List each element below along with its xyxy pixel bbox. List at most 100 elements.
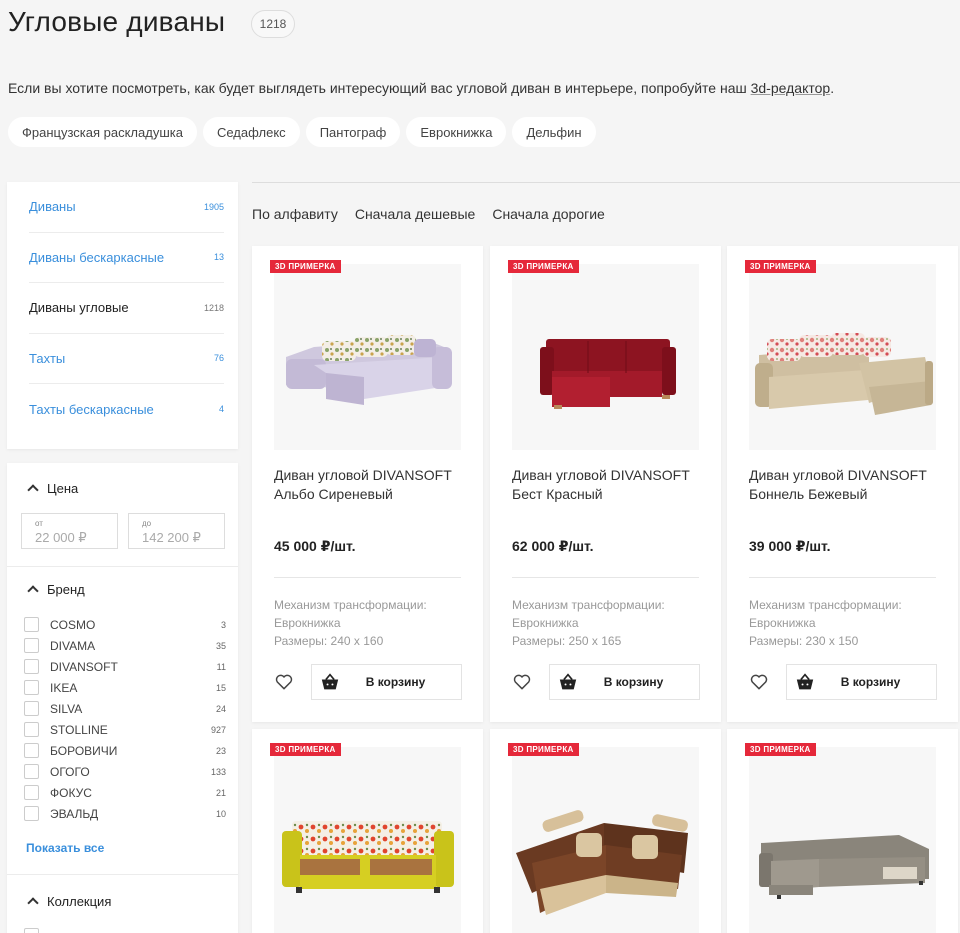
product-image[interactable] bbox=[749, 264, 936, 450]
3d-fitting-badge: 3D ПРИМЕРКА bbox=[270, 743, 341, 756]
intro-period: . bbox=[830, 80, 835, 96]
product-image[interactable] bbox=[512, 747, 699, 933]
chevron-up-icon bbox=[27, 484, 39, 496]
product-title[interactable]: Диван угловой DIVANSOFT Альбо Сиреневый bbox=[274, 466, 464, 504]
product-title[interactable]: Диван угловой DIVANSOFT Боннель Бежевый bbox=[749, 466, 939, 504]
spec-mechanism: Еврокнижка bbox=[749, 616, 816, 630]
basket-icon bbox=[559, 673, 577, 690]
price-to-field[interactable]: до 142 200 ₽ bbox=[128, 513, 225, 549]
product-title[interactable]: Диван угловой DIVANSOFT Бест Красный bbox=[512, 466, 702, 504]
product-image[interactable] bbox=[274, 747, 461, 933]
brand-option-stolline[interactable]: STOLLINE 927 bbox=[24, 719, 226, 740]
checkbox[interactable] bbox=[24, 701, 39, 716]
checkbox[interactable] bbox=[24, 806, 39, 821]
brand-count: 24 bbox=[215, 703, 226, 714]
add-to-cart-button[interactable]: В корзину bbox=[549, 664, 700, 700]
heart-icon[interactable] bbox=[274, 672, 294, 692]
divider bbox=[749, 577, 936, 578]
price-to-placeholder: 142 200 ₽ bbox=[142, 530, 201, 545]
checkbox[interactable] bbox=[24, 638, 39, 653]
brand-option-borovichi[interactable]: БОРОВИЧИ 23 bbox=[24, 740, 226, 761]
product-card[interactable]: 3D ПРИМЕРКА bbox=[252, 729, 483, 933]
checkbox[interactable] bbox=[24, 680, 39, 695]
brand-name: ЭВАЛЬД bbox=[50, 806, 99, 821]
collection-filter-title: Коллекция bbox=[47, 894, 112, 909]
brand-option-ikea[interactable]: IKEA 15 bbox=[24, 677, 226, 698]
checkbox[interactable] bbox=[24, 764, 39, 779]
chip-dolphin[interactable]: Дельфин bbox=[512, 117, 596, 147]
checkbox[interactable] bbox=[24, 928, 39, 933]
checkbox[interactable] bbox=[24, 743, 39, 758]
category-item-frameless-ottomans[interactable]: Тахты бескаркасные 4 bbox=[29, 384, 224, 435]
sort-alphabetical[interactable]: По алфавиту bbox=[252, 206, 338, 222]
mechanism-chips: Французская раскладушка Седафлекс Пантог… bbox=[8, 117, 596, 147]
product-image[interactable] bbox=[512, 264, 699, 450]
brand-option-ogogo[interactable]: ОГОГО 133 bbox=[24, 761, 226, 782]
product-card[interactable]: 3D ПРИМЕРКА Диван угловой DIVANSOFT Бест… bbox=[490, 246, 721, 722]
add-to-cart-label: В корзину bbox=[603, 675, 664, 689]
checkbox[interactable] bbox=[24, 785, 39, 800]
brand-filter-title: Бренд bbox=[47, 582, 85, 597]
sofa-image bbox=[282, 821, 454, 893]
price-filter-toggle[interactable]: Цена bbox=[7, 481, 78, 496]
collection-filter-toggle[interactable]: Коллекция bbox=[7, 894, 111, 909]
brand-option-divama[interactable]: DIVAMA 35 bbox=[24, 635, 226, 656]
category-item-ottomans[interactable]: Тахты 76 bbox=[29, 334, 224, 384]
checkbox[interactable] bbox=[24, 617, 39, 632]
brand-option-fokus[interactable]: ФОКУС 21 bbox=[24, 782, 226, 803]
spec-size: Размеры: 240 x 160 bbox=[274, 634, 384, 648]
category-item-sofas[interactable]: Диваны 1905 bbox=[29, 182, 224, 233]
basket-icon bbox=[796, 673, 814, 690]
product-card[interactable]: 3D ПРИМЕРКА bbox=[727, 729, 958, 933]
intro-text: Если вы хотите посмотреть, как будет выг… bbox=[8, 80, 834, 96]
product-specs: Механизм трансформации: Еврокнижка Разме… bbox=[749, 596, 902, 650]
brand-list: COSMO 3 DIVAMA 35 DIVANSOFT 11 IKEA 15 SILVA… bbox=[24, 614, 226, 824]
brand-option-evald[interactable]: ЭВАЛЬД 10 bbox=[24, 803, 226, 824]
show-all-brands-link[interactable]: Показать все bbox=[26, 841, 104, 855]
divider bbox=[274, 577, 461, 578]
chip-french[interactable]: Французская раскладушка bbox=[8, 117, 197, 147]
chip-pantograph[interactable]: Пантограф bbox=[305, 117, 401, 147]
category-list: Диваны 1905 Диваны бескаркасные 13 Диван… bbox=[7, 182, 238, 449]
3d-editor-link[interactable]: 3d-редактор bbox=[751, 80, 831, 96]
category-count: 1905 bbox=[203, 201, 224, 212]
brand-name: DIVANSOFT bbox=[50, 659, 118, 674]
brand-count: 35 bbox=[215, 640, 226, 651]
3d-fitting-badge: 3D ПРИМЕРКА bbox=[270, 260, 341, 273]
price-from-field[interactable]: от 22 000 ₽ bbox=[21, 513, 118, 549]
brand-option-cosmo[interactable]: COSMO 3 bbox=[24, 614, 226, 635]
chip-sedaflex[interactable]: Седафлекс bbox=[202, 117, 300, 147]
heart-icon[interactable] bbox=[512, 672, 532, 692]
add-to-cart-button[interactable]: В корзину bbox=[786, 664, 937, 700]
basket-icon bbox=[321, 673, 339, 690]
brand-name: IKEA bbox=[50, 680, 78, 695]
spec-label: Механизм трансформации: bbox=[749, 598, 902, 612]
category-item-frameless-sofas[interactable]: Диваны бескаркасные 13 bbox=[29, 233, 224, 283]
product-card[interactable]: 3D ПРИМЕРКА bbox=[490, 729, 721, 933]
brand-filter-toggle[interactable]: Бренд bbox=[7, 582, 85, 597]
chip-eurobook[interactable]: Еврокнижка bbox=[406, 117, 507, 147]
checkbox[interactable] bbox=[24, 659, 39, 674]
brand-name: COSMO bbox=[50, 617, 96, 632]
category-count: 76 bbox=[213, 353, 224, 364]
category-count: 13 bbox=[213, 252, 224, 263]
product-image[interactable] bbox=[274, 264, 461, 450]
sort-price-desc[interactable]: Сначала дорогие bbox=[492, 206, 605, 222]
intro-body: Если вы хотите посмотреть, как будет выг… bbox=[8, 80, 751, 96]
heart-icon[interactable] bbox=[749, 672, 769, 692]
product-price: 62 000 ₽/шт. bbox=[512, 538, 594, 554]
product-card[interactable]: 3D ПРИМЕРКА Диван угловой DIVANSOFT Бонн… bbox=[727, 246, 958, 722]
add-to-cart-button[interactable]: В корзину bbox=[311, 664, 462, 700]
page-title: Угловые диваны bbox=[8, 6, 226, 37]
brand-option-silva[interactable]: SILVA 24 bbox=[24, 698, 226, 719]
checkbox[interactable] bbox=[24, 722, 39, 737]
brand-option-divansoft[interactable]: DIVANSOFT 11 bbox=[24, 656, 226, 677]
spec-mechanism: Еврокнижка bbox=[512, 616, 579, 630]
product-card[interactable]: 3D ПРИМЕРКА Диван угловой DIVANSOFT Альб… bbox=[252, 246, 483, 722]
category-item-corner-sofas[interactable]: Диваны угловые 1218 bbox=[29, 283, 224, 334]
product-image[interactable] bbox=[749, 747, 936, 933]
price-range: от 22 000 ₽ до 142 200 ₽ bbox=[21, 513, 225, 549]
brand-count: 927 bbox=[210, 724, 226, 735]
sort-price-asc[interactable]: Сначала дешевые bbox=[355, 206, 476, 222]
sofa-image bbox=[759, 835, 929, 899]
